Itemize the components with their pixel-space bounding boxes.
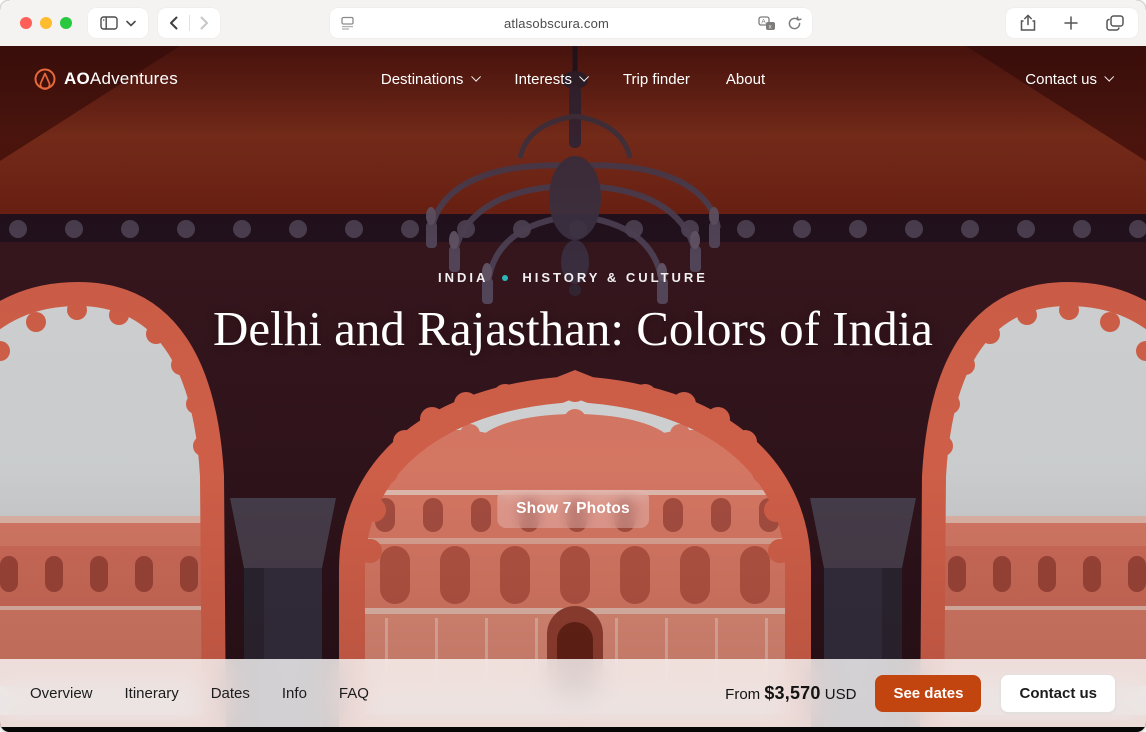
page-bottom-strip: [0, 727, 1146, 732]
nav-contact-us[interactable]: Contact us: [1025, 71, 1112, 88]
tab-itinerary[interactable]: Itinerary: [125, 685, 179, 702]
breadcrumb-dot-icon: [502, 275, 508, 281]
price-and-actions: From $3,570 USD See dates Contact us: [725, 674, 1116, 713]
sidebar-toggle-icon[interactable]: [100, 16, 118, 30]
atlas-obscura-logo-icon: [34, 68, 56, 90]
forward-button[interactable]: [190, 8, 221, 38]
tab-overview[interactable]: Overview: [30, 685, 93, 702]
close-window-button[interactable]: [20, 17, 32, 29]
tab-group-chevron-icon[interactable]: [126, 20, 136, 27]
address-bar[interactable]: atlasobscura.com Ax: [330, 8, 812, 38]
svg-text:x: x: [769, 24, 772, 30]
trip-sticky-bar: Overview Itinerary Dates Info FAQ From $…: [0, 659, 1146, 727]
contact-us-button[interactable]: Contact us: [1000, 674, 1116, 713]
breadcrumb: INDIA HISTORY & CULTURE: [0, 270, 1146, 285]
browser-window: atlasobscura.com Ax: [0, 0, 1146, 732]
traffic-lights: [20, 17, 72, 29]
toolbar-right: [1006, 8, 1138, 38]
chevron-down-icon: [1104, 72, 1114, 82]
tabs-overview-icon[interactable]: [1106, 15, 1124, 31]
see-dates-button[interactable]: See dates: [875, 675, 981, 712]
zoom-window-button[interactable]: [60, 17, 72, 29]
breadcrumb-country-link[interactable]: INDIA: [438, 270, 488, 285]
browser-toolbar: atlasobscura.com Ax: [0, 0, 1146, 46]
tab-faq[interactable]: FAQ: [339, 685, 369, 702]
reload-icon[interactable]: [787, 16, 802, 31]
nav-trip-finder[interactable]: Trip finder: [623, 71, 690, 88]
minimize-window-button[interactable]: [40, 17, 52, 29]
hero-section: AOAdventures Destinations Interests Trip…: [0, 46, 1146, 727]
site-logo[interactable]: AOAdventures: [34, 68, 178, 90]
tab-dates[interactable]: Dates: [211, 685, 250, 702]
share-icon[interactable]: [1020, 14, 1036, 32]
breadcrumb-category-link[interactable]: HISTORY & CULTURE: [522, 270, 708, 285]
logo-adventures: Adventures: [90, 69, 178, 88]
hero-content: INDIA HISTORY & CULTURE Delhi and Rajast…: [0, 270, 1146, 358]
new-tab-icon[interactable]: [1064, 16, 1078, 30]
tab-info[interactable]: Info: [282, 685, 307, 702]
sidebar-controls: [88, 8, 148, 38]
nav-interests[interactable]: Interests: [514, 71, 587, 88]
logo-wordmark: AOAdventures: [64, 69, 178, 89]
nav-destinations[interactable]: Destinations: [381, 71, 479, 88]
url-text[interactable]: atlasobscura.com: [504, 16, 609, 31]
main-nav: Destinations Interests Trip finder About: [381, 71, 765, 88]
site-header: AOAdventures Destinations Interests Trip…: [0, 46, 1146, 112]
chevron-down-icon: [471, 72, 481, 82]
svg-text:A: A: [761, 18, 766, 25]
page-settings-icon[interactable]: [340, 16, 355, 30]
trip-tabs: Overview Itinerary Dates Info FAQ: [30, 685, 369, 702]
translate-icon[interactable]: Ax: [758, 16, 777, 31]
trip-title: Delhi and Rajasthan: Colors of India: [178, 301, 968, 358]
show-photos-button[interactable]: Show 7 Photos: [497, 490, 649, 528]
price-amount: $3,570: [764, 683, 820, 703]
back-button[interactable]: [158, 8, 189, 38]
chevron-down-icon: [579, 72, 589, 82]
price-text: From $3,570 USD: [725, 683, 856, 704]
hero-image: [0, 46, 1146, 727]
nav-about[interactable]: About: [726, 71, 765, 88]
logo-ao: AO: [64, 69, 90, 88]
history-nav: [158, 8, 220, 38]
